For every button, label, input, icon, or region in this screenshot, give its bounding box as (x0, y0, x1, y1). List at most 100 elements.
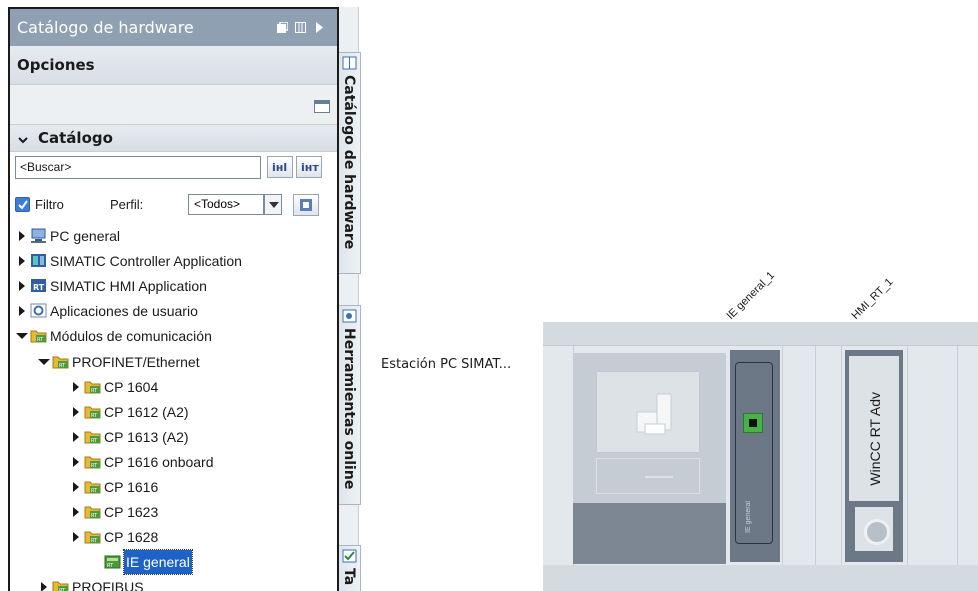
catalog-section: <Buscar> iнl iнт Filtro Perfil: <Todos> (10, 152, 337, 591)
tab-hardware-catalog-label: Catálogo de hardware (341, 75, 357, 250)
catalog-tab-icon (342, 56, 357, 70)
rack-divider (841, 346, 842, 565)
rack-top-rail (543, 322, 978, 346)
profile-dropdown-button[interactable] (264, 194, 282, 215)
folder-module-icon: RT (84, 406, 101, 419)
hmi-text-panel: WinCC RT Adv (849, 356, 899, 501)
pc-device-icon (636, 393, 672, 435)
folder-module-icon: RT (84, 481, 101, 494)
hmi-app-icon: RT (31, 279, 46, 293)
tree-item-label: SIMATIC HMI Application (50, 278, 207, 295)
pc-base-line (645, 476, 673, 478)
rack-divider (907, 346, 908, 565)
folder-module-icon: RT (84, 456, 101, 469)
svg-text:RT: RT (91, 413, 98, 419)
expand-arrow-open-icon[interactable] (16, 330, 28, 342)
svg-text:RT: RT (37, 337, 44, 343)
filter-label: Filtro (35, 197, 64, 212)
expand-arrow-icon[interactable] (16, 305, 28, 317)
tree-item-label: IE general (123, 549, 193, 576)
expand-arrow-icon[interactable] (16, 230, 28, 242)
online-tools-tab-icon (342, 309, 357, 323)
folder-module-icon: RT (84, 531, 101, 544)
pc-lower-panel (573, 503, 726, 564)
expand-arrow-open-icon[interactable] (38, 356, 50, 368)
svg-text:RT: RT (107, 563, 114, 569)
search-up-button[interactable]: iнт (296, 156, 322, 178)
expand-arrow-icon[interactable] (70, 481, 82, 493)
folder-module-icon: RT (30, 330, 47, 343)
expand-arrow-icon[interactable] (70, 506, 82, 518)
rack-divider (782, 346, 783, 565)
catalog-header[interactable]: Catálogo (10, 125, 337, 152)
station-label[interactable]: Estación PC SIMAT... (381, 357, 511, 372)
tasks-tab-icon (342, 549, 357, 563)
tree-item-label: CP 1613 (A2) (104, 428, 189, 445)
ie-general-module[interactable]: IE general (730, 350, 780, 562)
tree-item-label: SIMATIC Controller Application (50, 253, 242, 270)
svg-text:RT: RT (91, 513, 98, 519)
slot-label-ie-general: IE general_1 (724, 269, 778, 322)
ethernet-port-icon[interactable] (743, 413, 763, 433)
profile-select[interactable]: <Todos> (188, 194, 264, 215)
pc-base-graphic (596, 458, 700, 494)
options-header-label: Opciones (17, 56, 95, 74)
tree-item-label: PROFINET/Ethernet (72, 353, 200, 370)
float-window-icon[interactable] (277, 22, 288, 33)
collapse-panel-icon[interactable] (314, 22, 325, 33)
expand-arrow-icon[interactable] (38, 581, 50, 591)
tree-item-label: PROFIBUS (72, 579, 144, 591)
svg-text:RT: RT (91, 438, 98, 444)
panel-title: Catálogo de hardware (17, 18, 194, 37)
rack-divider (815, 346, 816, 565)
svg-text:RT: RT (33, 283, 45, 292)
hmi-rt-module[interactable]: WinCC RT Adv (845, 350, 903, 562)
ie-general-module-text: IE general (745, 501, 752, 533)
user-app-icon (30, 303, 47, 318)
tree-item-label: CP 1616 onboard (104, 453, 214, 470)
pc-station-module[interactable] (573, 353, 726, 564)
expand-arrow-icon[interactable] (70, 431, 82, 443)
expand-arrow-icon[interactable] (70, 531, 82, 543)
split-window-icon[interactable] (295, 22, 306, 33)
folder-module-icon: RT (52, 356, 69, 369)
pc-station-rack[interactable]: IE general WinCC RT Adv (543, 322, 978, 591)
folder-module-icon: RT (84, 381, 101, 394)
tab-online-tools[interactable]: Herramientas online (339, 305, 361, 505)
search-down-button[interactable]: iнl (267, 156, 293, 178)
expand-arrow-icon[interactable] (16, 255, 28, 267)
tree-item-label: CP 1612 (A2) (104, 403, 189, 420)
options-header[interactable]: Opciones (10, 46, 337, 85)
folder-module-icon: RT (84, 431, 101, 444)
tree-item-label: CP 1604 (104, 378, 159, 395)
tree-item-label: Módulos de comunicación (50, 328, 212, 345)
module-icon: RT (104, 555, 121, 569)
expand-arrow-icon[interactable] (16, 280, 28, 292)
search-up-icon: iнт (301, 161, 319, 174)
options-section (10, 85, 337, 125)
search-input[interactable]: <Buscar> (15, 156, 261, 179)
expand-arrow-icon[interactable] (70, 406, 82, 418)
rack-bottom-rail (543, 565, 978, 591)
tab-hardware-catalog[interactable]: Catálogo de hardware (339, 52, 361, 274)
filter-checkbox[interactable] (15, 197, 30, 212)
svg-text:RT: RT (59, 363, 66, 369)
hmi-disk-icon (855, 507, 893, 551)
tree-item-label: PC general (50, 228, 121, 244)
tab-tasks-label: Ta (341, 568, 357, 586)
window-layout-icon[interactable] (314, 100, 330, 113)
slot-label-hmi-rt: HMI_RT_1 (849, 276, 896, 322)
hmi-module-text: WinCC RT Adv (867, 392, 883, 486)
chevron-down-icon[interactable] (18, 135, 28, 145)
search-down-icon: iнl (272, 161, 287, 174)
expand-arrow-icon[interactable] (70, 381, 82, 393)
svg-text:RT: RT (91, 538, 98, 544)
controller-app-icon (31, 254, 46, 268)
tree-item-label: CP 1623 (104, 504, 159, 521)
expand-arrow-icon[interactable] (70, 456, 82, 468)
rack-divider (957, 346, 958, 565)
profile-settings-button[interactable] (293, 194, 319, 216)
tab-tasks[interactable]: Ta (339, 545, 361, 591)
pc-screen-graphic (596, 371, 700, 453)
pc-icon (31, 228, 46, 243)
